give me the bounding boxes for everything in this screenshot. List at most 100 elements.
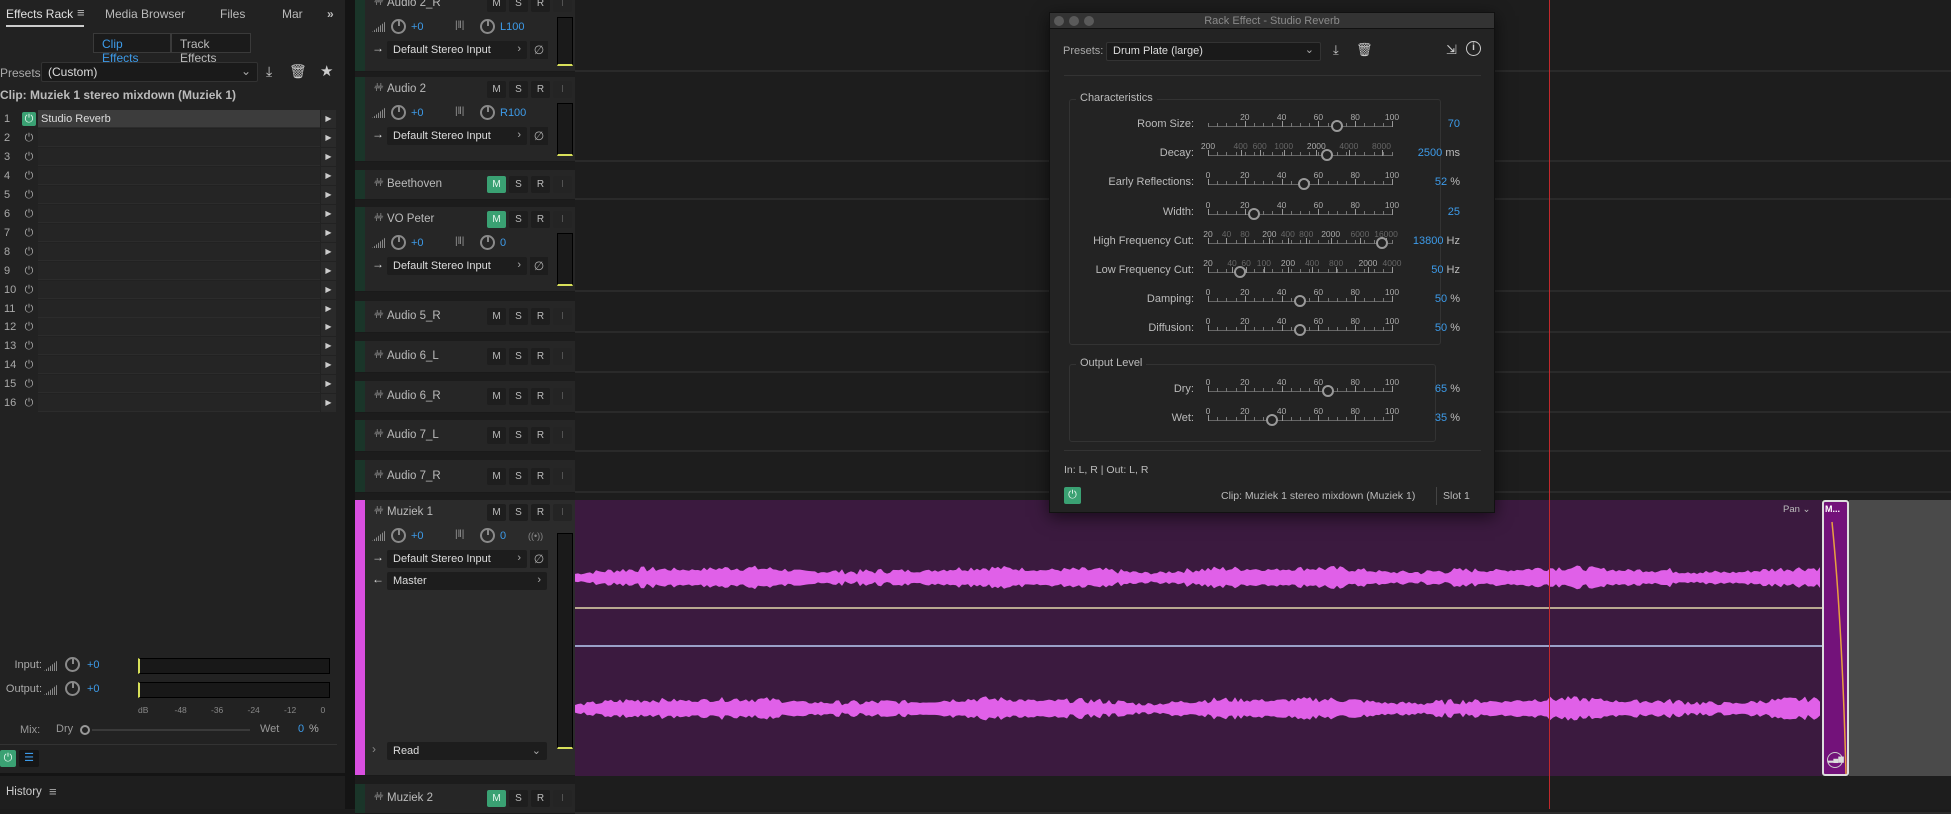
routing-icon[interactable]: ⇲ [1446, 42, 1457, 58]
slot-effect-name[interactable] [38, 166, 320, 185]
slider-thumb[interactable] [1330, 120, 1343, 132]
slider-value[interactable]: 50 % [1400, 322, 1460, 334]
track-mute-button[interactable]: M [487, 308, 506, 325]
track-input-monitor-button[interactable]: I [553, 176, 572, 193]
track-name[interactable]: VO Peter [387, 213, 434, 225]
track-header[interactable]: ⫩⫩ Muziek 1 M S R I +0 |‖| 0 → Default Stereo Inpu… [355, 500, 575, 776]
slider-track[interactable]: 0 20 40 60 80 100 [1206, 406, 1399, 426]
effect-slot[interactable]: 12 ⏻ ▶ [0, 318, 336, 337]
playhead[interactable] [1549, 0, 1550, 809]
track-input-monitor-button[interactable]: I [553, 504, 572, 521]
slider-value[interactable]: 13800 Hz [1400, 235, 1460, 247]
timeline-lane[interactable] [575, 784, 1951, 814]
track-input-monitor-button[interactable]: I [553, 0, 572, 12]
power-icon[interactable]: ⏻ [22, 150, 36, 164]
slot-effect-name[interactable] [38, 394, 320, 413]
small-clip[interactable]: M... ▂▄▆ [1822, 500, 1849, 776]
clip-effects-tab[interactable]: Clip Effects [93, 33, 171, 65]
slider-value-number[interactable]: 25 [1448, 206, 1460, 218]
power-icon[interactable]: ⏻ [22, 339, 36, 353]
slider-track[interactable]: 0 20 40 60 80 100 [1206, 316, 1399, 337]
track-header[interactable]: ⫩⫩ Beethoven M S R I [355, 170, 575, 200]
slot-effect-name[interactable] [38, 223, 320, 242]
minimize-window-button[interactable] [1069, 16, 1079, 26]
trash-icon[interactable]: 🗑 [289, 63, 307, 80]
phase-invert-button[interactable]: ∅ [530, 257, 548, 275]
slot-menu-arrow[interactable]: ▶ [321, 261, 336, 280]
slot-menu-arrow[interactable]: ▶ [321, 375, 336, 394]
track-record-button[interactable]: R [531, 81, 550, 98]
slot-menu-arrow[interactable]: ▶ [321, 394, 336, 413]
slider-thumb[interactable] [1376, 236, 1389, 249]
track-mute-button[interactable]: M [487, 211, 506, 228]
slider-thumb[interactable] [1266, 414, 1279, 426]
slider-value[interactable]: 2500 ms [1400, 147, 1460, 159]
track-input-monitor-button[interactable]: I [553, 388, 572, 405]
track-header[interactable]: ⫩⫩ VO Peter M S R I +0 |‖| 0 → Default Stereo Inpu… [355, 207, 575, 292]
effect-slot[interactable]: 11 ⏻ ▶ [0, 299, 336, 318]
pan-value[interactable]: R100 [500, 107, 526, 119]
slot-menu-arrow[interactable]: ▶ [321, 147, 336, 166]
slider-value[interactable]: 65 % [1400, 383, 1460, 395]
track-header[interactable]: ⫩⫩ Audio 2 M S R I +0 |‖| R100 → Default Stereo In… [355, 77, 575, 162]
track-solo-button[interactable]: S [509, 504, 528, 521]
pan-knob[interactable] [480, 19, 495, 34]
power-icon[interactable]: ⏻ [22, 264, 36, 278]
track-name[interactable]: Audio 7_R [387, 470, 441, 482]
track-name[interactable]: Muziek 2 [387, 792, 433, 804]
trash-icon[interactable]: 🗑 [1356, 42, 1373, 58]
effect-slot[interactable]: 9 ⏻ ▶ [0, 261, 336, 280]
track-solo-button[interactable]: S [509, 388, 528, 405]
track-record-button[interactable]: R [531, 308, 550, 325]
slot-effect-name[interactable] [38, 318, 320, 337]
slider-value[interactable]: 70 [1400, 118, 1460, 130]
track-output-select[interactable]: Master › [387, 572, 547, 590]
effect-slot[interactable]: 4 ⏻ ▶ [0, 166, 336, 185]
power-icon[interactable]: ⏻ [22, 169, 36, 183]
volume-knob[interactable] [391, 105, 406, 120]
panel-menu-icon[interactable]: ≡ [77, 5, 85, 20]
track-header[interactable]: ⫩⫩ Audio 7_L M S R I [355, 420, 575, 452]
slider-thumb[interactable] [1320, 149, 1333, 162]
slider-thumb[interactable] [1321, 385, 1334, 397]
slider-value[interactable]: 35 % [1400, 412, 1460, 424]
power-icon[interactable]: ⏻ [22, 358, 36, 372]
slot-effect-name[interactable] [38, 299, 320, 318]
track-record-button[interactable]: R [531, 468, 550, 485]
effect-slot[interactable]: 15 ⏻ ▶ [0, 375, 336, 394]
input-gain-value[interactable]: +0 [87, 659, 100, 671]
slider-thumb[interactable] [1294, 324, 1306, 337]
track-header[interactable]: ⫩⫩ Muziek 2 MSRI [355, 784, 575, 814]
muziek1-clip[interactable]: Pan ⌄ [575, 500, 1822, 776]
slider-track[interactable]: 0 20 40 60 80 100 [1206, 377, 1399, 397]
slot-menu-arrow[interactable]: ▶ [321, 356, 336, 375]
track-effects-tab[interactable]: Track Effects [171, 33, 251, 65]
track-record-button[interactable]: R [531, 0, 550, 12]
zoom-window-button[interactable] [1084, 16, 1094, 26]
track-solo-button[interactable]: S [509, 81, 528, 98]
slider-value-number[interactable]: 13800 [1413, 235, 1444, 247]
track-header[interactable]: ⫩⫩ Audio 7_R M S R I [355, 460, 575, 493]
track-solo-button[interactable]: S [509, 427, 528, 444]
track-solo-button[interactable]: S [509, 176, 528, 193]
slider-value-number[interactable]: 35 [1435, 412, 1447, 424]
slider-track[interactable]: 20 40 80 200 400 800 2000 6000 16000 [1203, 229, 1398, 249]
output-gain-knob[interactable] [65, 681, 80, 696]
power-icon[interactable]: ⏻ [22, 377, 36, 391]
save-preset-icon[interactable]: ⤓ [266, 63, 272, 80]
automation-mode-select[interactable]: Read ⌄ [387, 742, 547, 760]
slider-track[interactable]: 0 20 40 60 80 100 [1206, 287, 1399, 308]
output-gain-value[interactable]: +0 [87, 683, 100, 695]
power-icon[interactable]: ⏻ [22, 302, 36, 316]
effect-slot[interactable]: 6 ⏻ ▶ [0, 204, 336, 223]
presets-dropdown[interactable]: (Custom) ⌄ [41, 62, 258, 82]
power-icon[interactable]: ⏻ [22, 245, 36, 259]
power-icon[interactable]: ⏻ [22, 226, 36, 240]
effect-slot[interactable]: 2 ⏻ ▶ [0, 128, 336, 147]
dialog-presets-dropdown[interactable]: Drum Plate (large) ⌄ [1106, 42, 1321, 61]
slider-value-number[interactable]: 50 [1431, 264, 1443, 276]
power-icon[interactable]: ⏻ [22, 396, 36, 410]
slot-effect-name[interactable] [38, 261, 320, 280]
slot-menu-arrow[interactable]: ▶ [321, 299, 336, 318]
slot-menu-arrow[interactable]: ▶ [321, 204, 336, 223]
